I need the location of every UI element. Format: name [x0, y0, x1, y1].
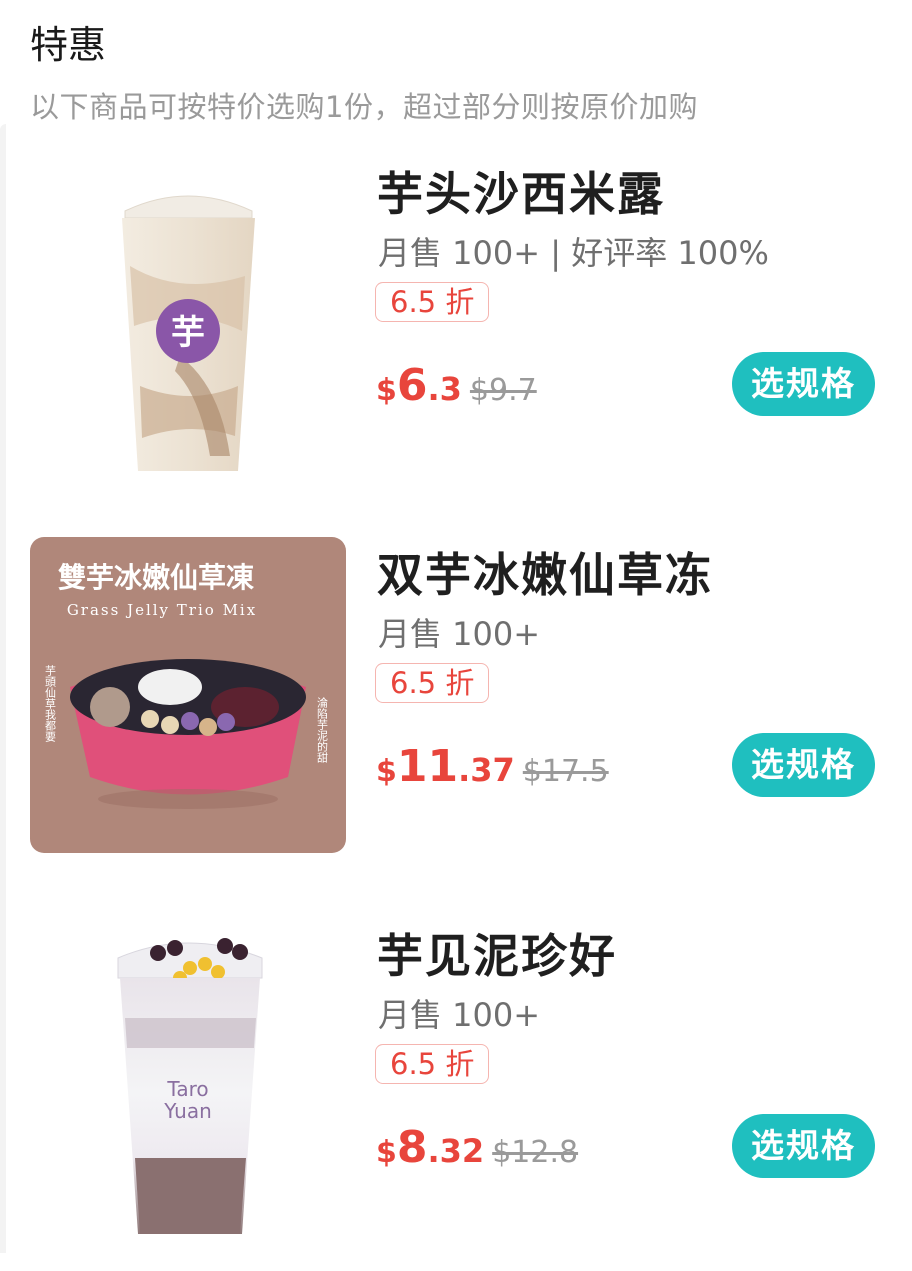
price-integer: 6: [396, 360, 428, 411]
original-price: $17.5: [522, 754, 609, 789]
price-integer: 8: [396, 1122, 428, 1173]
select-spec-button[interactable]: 选规格: [732, 1114, 875, 1178]
price-block: $8.32 $12.8: [376, 1122, 578, 1173]
select-spec-button[interactable]: 选规格: [732, 733, 875, 797]
discount-badge: 6.5 折: [375, 663, 490, 703]
product-name: 芋头沙西米露: [377, 167, 665, 221]
price-currency: $: [376, 754, 397, 789]
cup-text-line1: Taro: [166, 1077, 208, 1101]
select-spec-button[interactable]: 选规格: [732, 352, 875, 416]
price-integer: 11: [396, 741, 459, 792]
product-sales: 月售 100+: [378, 615, 541, 653]
price-block: $6.3 $9.7: [376, 360, 537, 411]
image-side-right: 淪陷芋泥的甜: [316, 696, 329, 763]
product-image: 芋: [122, 195, 255, 471]
original-price: $9.7: [469, 373, 537, 408]
product-card[interactable]: 雙芋冰嫩仙草凍 Grass Jelly Trio Mix 芋頭仙草我都要 淪陷芋…: [0, 509, 912, 890]
image-title-en: Grass Jelly Trio Mix: [67, 601, 257, 619]
product-sales: 月售 100+ | 好评率 100%: [378, 234, 769, 272]
original-price: $12.8: [492, 1135, 579, 1170]
section-title: 特惠: [30, 23, 107, 67]
discount-badge: 6.5 折: [375, 1044, 490, 1084]
section-subtitle: 以下商品可按特价选购1份，超过部分则按原价加购: [30, 90, 698, 124]
cup-logo-text: 芋: [171, 313, 205, 353]
cup-text-line2: Yuan: [163, 1099, 212, 1123]
price-decimal: .37: [458, 751, 515, 789]
price-currency: $: [376, 373, 397, 408]
discount-badge: 6.5 折: [375, 282, 490, 322]
price-decimal: .3: [427, 370, 462, 408]
section-header: 特惠 以下商品可按特价选购1份，超过部分则按原价加购: [0, 0, 912, 130]
product-name: 双芋冰嫩仙草冻: [377, 548, 713, 602]
price-decimal: .32: [427, 1132, 485, 1170]
product-card[interactable]: 芋 芋头沙西米露 月售 100+ | 好评率 100% 6.5 折 $6.3 $9…: [0, 128, 912, 509]
product-card[interactable]: Taro Yuan 芋见泥珍好 月售 100+ 6.5 折 $8.32 $12.8…: [0, 890, 912, 1271]
product-image: 雙芋冰嫩仙草凍 Grass Jelly Trio Mix 芋頭仙草我都要 淪陷芋…: [30, 537, 346, 853]
product-sales: 月售 100+: [378, 996, 541, 1034]
product-name: 芋见泥珍好: [377, 929, 617, 983]
product-image: Taro Yuan: [117, 938, 263, 1234]
image-title-cn: 雙芋冰嫩仙草凍: [58, 561, 254, 594]
price-currency: $: [376, 1135, 397, 1170]
image-side-left: 芋頭仙草我都要: [44, 665, 57, 743]
price-block: $11.37 $17.5: [376, 741, 609, 792]
